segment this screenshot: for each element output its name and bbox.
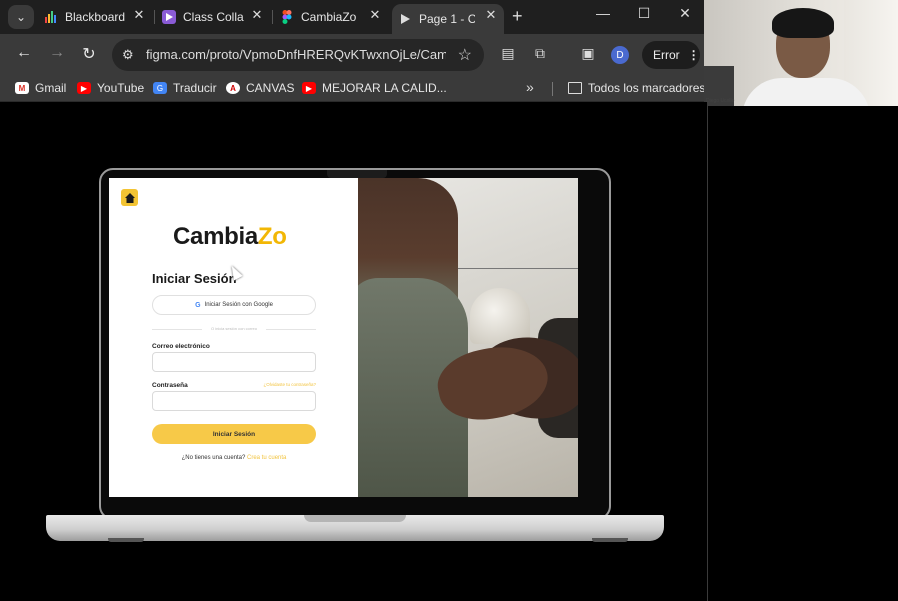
- close-icon[interactable]: ✕: [248, 7, 266, 23]
- divider: O inicia sesión con correo: [152, 326, 316, 332]
- error-label: Error: [653, 48, 680, 62]
- bookmark-label: Gmail: [35, 81, 67, 95]
- tab-cambiazo[interactable]: CambiaZo ✕: [280, 4, 388, 30]
- bookmark-canvas[interactable]: A CANVAS: [226, 81, 294, 95]
- bookmark-traducir[interactable]: G Traducir: [153, 81, 217, 95]
- bookmark-label: YouTube: [97, 81, 145, 95]
- forgot-password-link[interactable]: ¿Olvidaste tu contraseña?: [242, 382, 316, 387]
- bookmarks-bar: M Gmail ▶ YouTube G Traducir A CANVAS ▶ …: [0, 76, 705, 102]
- tab-title: Blackboard: [65, 10, 126, 24]
- youtube-icon: ▶: [77, 82, 91, 94]
- folder-icon: [568, 82, 582, 94]
- tab-blackboard[interactable]: Blackboard ✕: [44, 4, 152, 30]
- camera-notch: [327, 170, 387, 178]
- home-icon: [124, 192, 135, 203]
- blackboard-bars-icon: [44, 10, 58, 24]
- brand-main: Cambia: [173, 223, 258, 250]
- webcam-video: Diego Ucolle: [704, 0, 898, 106]
- google-signin-button[interactable]: G Iniciar Sesión con Google: [152, 295, 316, 315]
- brand-logo: CambiaZo: [173, 223, 287, 251]
- forward-icon[interactable]: →: [46, 44, 68, 62]
- play-icon: [398, 12, 412, 26]
- bookmark-label: MEJORAR LA CALID...: [322, 81, 447, 95]
- google-icon: G: [195, 301, 201, 309]
- class-collab-icon: [162, 10, 176, 24]
- email-label: Correo electrónico: [152, 343, 210, 350]
- browser-tabstrip: ⌄ Blackboard ✕ Class Colla ✕ CambiaZo ✕: [0, 0, 704, 34]
- translate-icon: G: [153, 82, 167, 94]
- close-icon[interactable]: ✕: [482, 7, 500, 23]
- tab-title: CambiaZo: [301, 10, 357, 24]
- login-title: Iniciar Sesión: [152, 271, 237, 286]
- home-button[interactable]: [121, 189, 138, 206]
- tab-page-1[interactable]: Page 1 - C ✕: [392, 4, 504, 34]
- screen-root: ⌄ Blackboard ✕ Class Colla ✕ CambiaZo ✕: [0, 0, 898, 601]
- side-panel-icon[interactable]: ▣: [578, 45, 598, 62]
- more-vert-icon: ⋮: [687, 48, 700, 62]
- extensions-puzzle-icon[interactable]: ⧉: [530, 45, 550, 62]
- extension-tile-icon[interactable]: ▤: [498, 45, 518, 62]
- bookmark-star-icon[interactable]: ☆: [458, 45, 472, 65]
- google-signin-label: Iniciar Sesión con Google: [204, 302, 273, 308]
- password-field[interactable]: [152, 391, 316, 411]
- minimize-icon[interactable]: —: [588, 5, 618, 21]
- figma-icon: [280, 10, 294, 24]
- back-icon[interactable]: ←: [13, 44, 35, 62]
- browser-toolbar: ← → ↻ ⚙ figma.com/proto/VpmoDnfHRERQvKTw…: [0, 34, 704, 76]
- signup-prompt: ¿No tienes una cuenta? Crea tu cuenta: [152, 455, 316, 461]
- all-bookmarks-label: Todos los marcadores: [588, 81, 706, 95]
- email-field[interactable]: [152, 352, 316, 372]
- profile-avatar[interactable]: D: [611, 46, 629, 64]
- site-settings-icon[interactable]: ⚙: [122, 47, 134, 63]
- bookmark-mejorar[interactable]: ▶ MEJORAR LA CALID...: [302, 81, 447, 95]
- bookmark-label: Traducir: [173, 81, 217, 95]
- handshake-photo: [358, 178, 578, 497]
- bookmark-label: CANVAS: [246, 81, 295, 95]
- password-label: Contraseña: [152, 382, 188, 389]
- address-bar[interactable]: ⚙ figma.com/proto/VpmoDnfHRERQvKTwxnOjLe…: [112, 39, 484, 71]
- gmail-icon: M: [15, 82, 29, 94]
- signup-prompt-text: ¿No tienes una cuenta?: [181, 455, 246, 461]
- close-icon[interactable]: ✕: [366, 7, 384, 23]
- maximize-icon[interactable]: ☐: [629, 5, 659, 22]
- window-close-icon[interactable]: ✕: [670, 5, 700, 22]
- app-screen: CambiaZo Iniciar Sesión G Iniciar Sesión…: [109, 178, 578, 497]
- participant-name: Diego Ucolle: [706, 98, 735, 104]
- tab-title: Class Colla: [183, 10, 244, 24]
- signup-link[interactable]: Crea tu cuenta: [247, 455, 286, 461]
- tab-class-collab[interactable]: Class Colla ✕: [162, 4, 270, 30]
- canvas-icon: A: [226, 82, 240, 94]
- reload-icon[interactable]: ↻: [78, 44, 100, 64]
- all-bookmarks-folder[interactable]: Todos los marcadores: [568, 81, 705, 95]
- divider-text: O inicia sesión con correo: [210, 326, 258, 331]
- bookmark-youtube[interactable]: ▶ YouTube: [77, 81, 144, 95]
- login-submit-button[interactable]: Iniciar Sesión: [152, 424, 316, 444]
- url-text[interactable]: figma.com/proto/VpmoDnfHRERQvKTwxnOjLe/C…: [146, 47, 446, 62]
- bookmark-gmail[interactable]: M Gmail: [15, 81, 66, 95]
- youtube-icon: ▶: [302, 82, 316, 94]
- close-icon[interactable]: ✕: [130, 7, 148, 23]
- tab-search-icon[interactable]: ⌄: [8, 5, 34, 29]
- brand-accent: Zo: [257, 223, 287, 250]
- error-menu-button[interactable]: Error ⋮: [642, 41, 700, 69]
- tab-title: Page 1 - C: [419, 12, 475, 26]
- more-bookmarks-icon[interactable]: »: [526, 79, 534, 95]
- new-tab-icon[interactable]: +: [512, 6, 523, 27]
